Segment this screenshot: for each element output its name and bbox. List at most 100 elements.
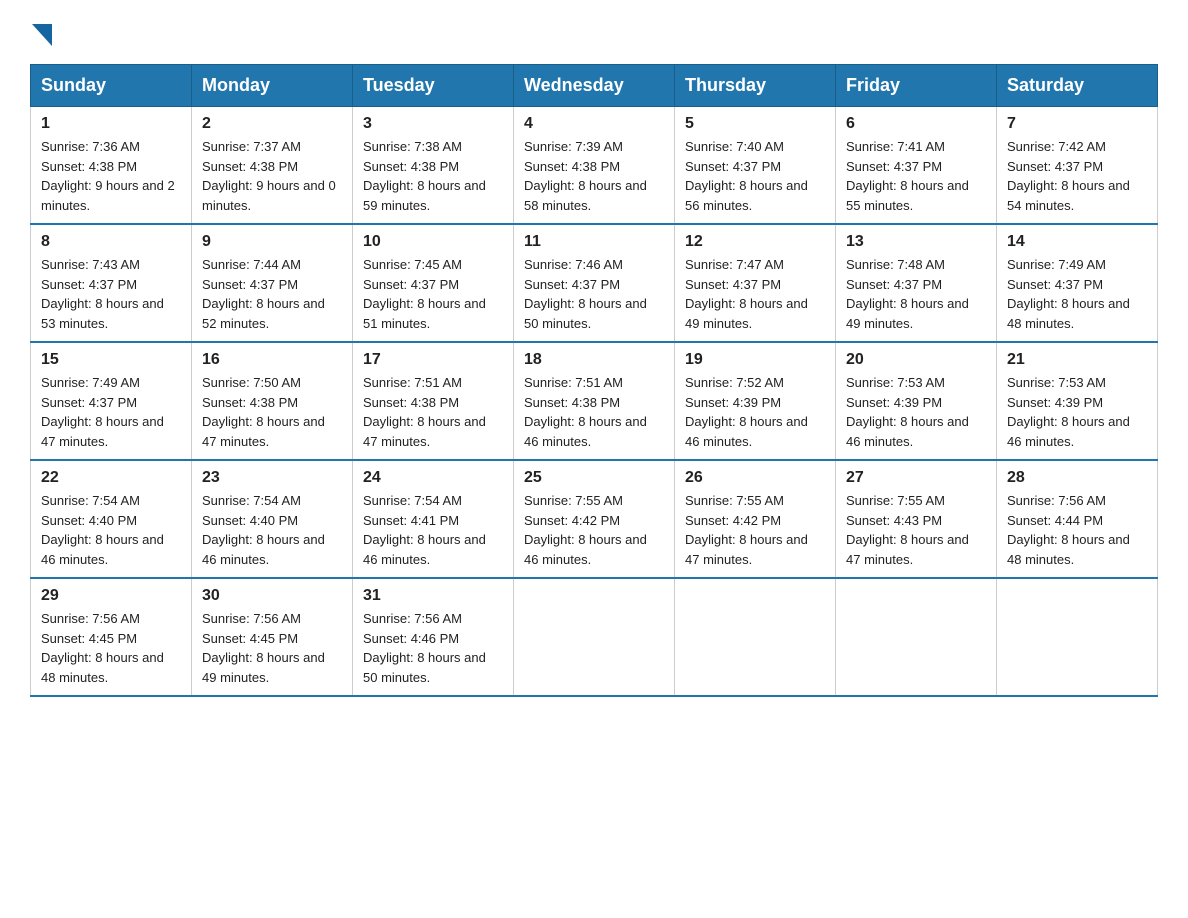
- calendar-week-row: 22 Sunrise: 7:54 AMSunset: 4:40 PMDaylig…: [31, 460, 1158, 578]
- day-info: Sunrise: 7:56 AMSunset: 4:46 PMDaylight:…: [363, 611, 486, 685]
- day-number: 24: [363, 469, 503, 487]
- day-info: Sunrise: 7:55 AMSunset: 4:42 PMDaylight:…: [524, 493, 647, 567]
- day-info: Sunrise: 7:56 AMSunset: 4:44 PMDaylight:…: [1007, 493, 1130, 567]
- day-number: 16: [202, 351, 342, 369]
- day-number: 8: [41, 233, 181, 251]
- calendar-cell: 5 Sunrise: 7:40 AMSunset: 4:37 PMDayligh…: [675, 107, 836, 225]
- calendar-cell: 17 Sunrise: 7:51 AMSunset: 4:38 PMDaylig…: [353, 342, 514, 460]
- header-wednesday: Wednesday: [514, 65, 675, 107]
- day-number: 10: [363, 233, 503, 251]
- calendar-cell: 14 Sunrise: 7:49 AMSunset: 4:37 PMDaylig…: [997, 224, 1158, 342]
- day-info: Sunrise: 7:46 AMSunset: 4:37 PMDaylight:…: [524, 257, 647, 331]
- day-number: 29: [41, 587, 181, 605]
- day-number: 2: [202, 115, 342, 133]
- calendar-cell: 26 Sunrise: 7:55 AMSunset: 4:42 PMDaylig…: [675, 460, 836, 578]
- day-number: 18: [524, 351, 664, 369]
- calendar-cell: 30 Sunrise: 7:56 AMSunset: 4:45 PMDaylig…: [192, 578, 353, 696]
- day-info: Sunrise: 7:37 AMSunset: 4:38 PMDaylight:…: [202, 139, 336, 213]
- calendar-cell: 19 Sunrise: 7:52 AMSunset: 4:39 PMDaylig…: [675, 342, 836, 460]
- calendar-week-row: 29 Sunrise: 7:56 AMSunset: 4:45 PMDaylig…: [31, 578, 1158, 696]
- logo: [30, 20, 52, 46]
- header-friday: Friday: [836, 65, 997, 107]
- day-number: 11: [524, 233, 664, 251]
- day-number: 20: [846, 351, 986, 369]
- calendar-cell: 29 Sunrise: 7:56 AMSunset: 4:45 PMDaylig…: [31, 578, 192, 696]
- calendar-cell: 4 Sunrise: 7:39 AMSunset: 4:38 PMDayligh…: [514, 107, 675, 225]
- calendar-week-row: 8 Sunrise: 7:43 AMSunset: 4:37 PMDayligh…: [31, 224, 1158, 342]
- day-number: 17: [363, 351, 503, 369]
- day-info: Sunrise: 7:36 AMSunset: 4:38 PMDaylight:…: [41, 139, 175, 213]
- day-number: 31: [363, 587, 503, 605]
- calendar-week-row: 15 Sunrise: 7:49 AMSunset: 4:37 PMDaylig…: [31, 342, 1158, 460]
- calendar-cell: 27 Sunrise: 7:55 AMSunset: 4:43 PMDaylig…: [836, 460, 997, 578]
- day-number: 27: [846, 469, 986, 487]
- day-info: Sunrise: 7:54 AMSunset: 4:40 PMDaylight:…: [41, 493, 164, 567]
- day-info: Sunrise: 7:41 AMSunset: 4:37 PMDaylight:…: [846, 139, 969, 213]
- day-info: Sunrise: 7:54 AMSunset: 4:40 PMDaylight:…: [202, 493, 325, 567]
- calendar-cell: 18 Sunrise: 7:51 AMSunset: 4:38 PMDaylig…: [514, 342, 675, 460]
- calendar-cell: 12 Sunrise: 7:47 AMSunset: 4:37 PMDaylig…: [675, 224, 836, 342]
- day-info: Sunrise: 7:45 AMSunset: 4:37 PMDaylight:…: [363, 257, 486, 331]
- day-info: Sunrise: 7:51 AMSunset: 4:38 PMDaylight:…: [524, 375, 647, 449]
- calendar-cell: 25 Sunrise: 7:55 AMSunset: 4:42 PMDaylig…: [514, 460, 675, 578]
- day-number: 14: [1007, 233, 1147, 251]
- calendar-cell: 2 Sunrise: 7:37 AMSunset: 4:38 PMDayligh…: [192, 107, 353, 225]
- calendar-cell: 11 Sunrise: 7:46 AMSunset: 4:37 PMDaylig…: [514, 224, 675, 342]
- calendar-cell: [997, 578, 1158, 696]
- day-info: Sunrise: 7:40 AMSunset: 4:37 PMDaylight:…: [685, 139, 808, 213]
- calendar-cell: 21 Sunrise: 7:53 AMSunset: 4:39 PMDaylig…: [997, 342, 1158, 460]
- calendar-cell: [514, 578, 675, 696]
- day-number: 26: [685, 469, 825, 487]
- day-info: Sunrise: 7:39 AMSunset: 4:38 PMDaylight:…: [524, 139, 647, 213]
- calendar-cell: 16 Sunrise: 7:50 AMSunset: 4:38 PMDaylig…: [192, 342, 353, 460]
- day-number: 22: [41, 469, 181, 487]
- day-number: 21: [1007, 351, 1147, 369]
- calendar-cell: 13 Sunrise: 7:48 AMSunset: 4:37 PMDaylig…: [836, 224, 997, 342]
- day-number: 5: [685, 115, 825, 133]
- day-info: Sunrise: 7:48 AMSunset: 4:37 PMDaylight:…: [846, 257, 969, 331]
- calendar-cell: 23 Sunrise: 7:54 AMSunset: 4:40 PMDaylig…: [192, 460, 353, 578]
- logo-arrow-icon: [32, 24, 52, 46]
- calendar-cell: 22 Sunrise: 7:54 AMSunset: 4:40 PMDaylig…: [31, 460, 192, 578]
- calendar-cell: 7 Sunrise: 7:42 AMSunset: 4:37 PMDayligh…: [997, 107, 1158, 225]
- day-number: 3: [363, 115, 503, 133]
- header-thursday: Thursday: [675, 65, 836, 107]
- day-number: 25: [524, 469, 664, 487]
- day-number: 4: [524, 115, 664, 133]
- day-info: Sunrise: 7:50 AMSunset: 4:38 PMDaylight:…: [202, 375, 325, 449]
- day-number: 1: [41, 115, 181, 133]
- calendar-week-row: 1 Sunrise: 7:36 AMSunset: 4:38 PMDayligh…: [31, 107, 1158, 225]
- header-saturday: Saturday: [997, 65, 1158, 107]
- day-number: 23: [202, 469, 342, 487]
- calendar-cell: 6 Sunrise: 7:41 AMSunset: 4:37 PMDayligh…: [836, 107, 997, 225]
- calendar-header-row: SundayMondayTuesdayWednesdayThursdayFrid…: [31, 65, 1158, 107]
- day-info: Sunrise: 7:56 AMSunset: 4:45 PMDaylight:…: [41, 611, 164, 685]
- day-info: Sunrise: 7:47 AMSunset: 4:37 PMDaylight:…: [685, 257, 808, 331]
- day-info: Sunrise: 7:54 AMSunset: 4:41 PMDaylight:…: [363, 493, 486, 567]
- calendar-cell: [675, 578, 836, 696]
- calendar-cell: 24 Sunrise: 7:54 AMSunset: 4:41 PMDaylig…: [353, 460, 514, 578]
- day-info: Sunrise: 7:53 AMSunset: 4:39 PMDaylight:…: [1007, 375, 1130, 449]
- day-info: Sunrise: 7:44 AMSunset: 4:37 PMDaylight:…: [202, 257, 325, 331]
- calendar-cell: 15 Sunrise: 7:49 AMSunset: 4:37 PMDaylig…: [31, 342, 192, 460]
- calendar-table: SundayMondayTuesdayWednesdayThursdayFrid…: [30, 64, 1158, 697]
- day-info: Sunrise: 7:55 AMSunset: 4:43 PMDaylight:…: [846, 493, 969, 567]
- day-number: 15: [41, 351, 181, 369]
- calendar-cell: 3 Sunrise: 7:38 AMSunset: 4:38 PMDayligh…: [353, 107, 514, 225]
- day-info: Sunrise: 7:56 AMSunset: 4:45 PMDaylight:…: [202, 611, 325, 685]
- calendar-cell: 1 Sunrise: 7:36 AMSunset: 4:38 PMDayligh…: [31, 107, 192, 225]
- day-info: Sunrise: 7:43 AMSunset: 4:37 PMDaylight:…: [41, 257, 164, 331]
- day-number: 6: [846, 115, 986, 133]
- day-number: 28: [1007, 469, 1147, 487]
- page-header: [30, 20, 1158, 46]
- day-number: 30: [202, 587, 342, 605]
- calendar-cell: 8 Sunrise: 7:43 AMSunset: 4:37 PMDayligh…: [31, 224, 192, 342]
- calendar-cell: 28 Sunrise: 7:56 AMSunset: 4:44 PMDaylig…: [997, 460, 1158, 578]
- header-tuesday: Tuesday: [353, 65, 514, 107]
- day-number: 13: [846, 233, 986, 251]
- day-info: Sunrise: 7:38 AMSunset: 4:38 PMDaylight:…: [363, 139, 486, 213]
- day-info: Sunrise: 7:55 AMSunset: 4:42 PMDaylight:…: [685, 493, 808, 567]
- day-info: Sunrise: 7:52 AMSunset: 4:39 PMDaylight:…: [685, 375, 808, 449]
- calendar-cell: 20 Sunrise: 7:53 AMSunset: 4:39 PMDaylig…: [836, 342, 997, 460]
- logo-line1: [30, 20, 52, 46]
